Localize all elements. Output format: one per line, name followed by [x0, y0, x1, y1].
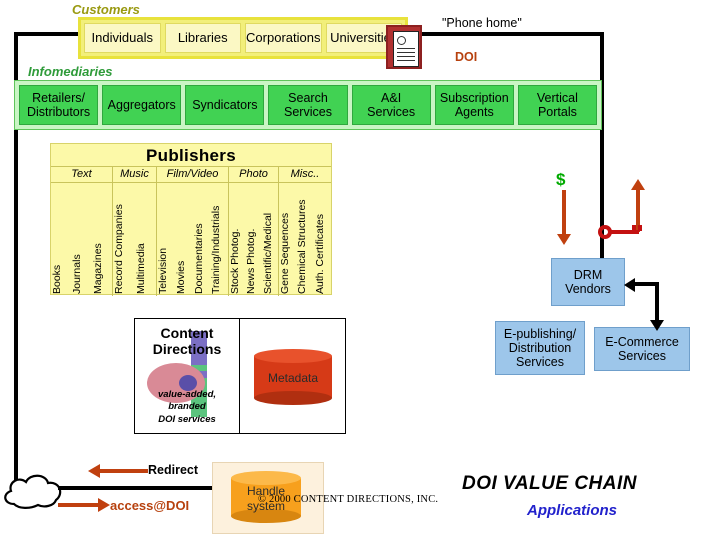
metadata-cyl-bottom — [254, 391, 332, 405]
publishers-header-text: Text — [51, 167, 113, 182]
customer-item-corporations[interactable]: Corporations — [245, 23, 322, 53]
publisher-item-multimedia[interactable]: Multimedia — [135, 183, 157, 296]
infomediary-syndicators[interactable]: Syndicators — [185, 85, 265, 125]
publisher-item-record-companies[interactable]: Record Companies — [113, 183, 135, 296]
infomediary-vertical-portals[interactable]: Vertical Portals — [517, 85, 597, 125]
access-arrowhead — [98, 498, 110, 512]
publisher-item-news-photog[interactable]: News Photog. — [245, 183, 261, 296]
infomediaries-label: Infomediaries — [28, 64, 113, 79]
redirect-label: Redirect — [148, 463, 199, 477]
infomediary-aggregators[interactable]: Aggregators — [102, 85, 182, 125]
publishers-panel: Publishers Text Music Film/Video Photo M… — [50, 143, 332, 296]
ecommerce-services-box[interactable]: E-Commerce Services — [594, 327, 690, 371]
infomediary-subscription-agents[interactable]: Subscription Agents — [434, 85, 514, 125]
publishers-group-text: Books Journals Magazines — [51, 183, 113, 296]
metadata-cylinder: Metadata — [254, 349, 332, 405]
content-directions-title: Content Directions — [152, 325, 222, 358]
customers-band: Individuals Libraries Corporations Unive… — [78, 17, 408, 59]
infomediary-retailers-distributors[interactable]: Retailers/ Distributors — [19, 85, 99, 125]
publisher-item-chemical-structures[interactable]: Chemical Structures — [296, 183, 313, 296]
dollar-icon: $ — [556, 170, 566, 189]
publisher-item-documentaries[interactable]: Documentaries — [193, 183, 211, 296]
publishers-header-row: Text Music Film/Video Photo Misc.. — [51, 166, 331, 183]
publishers-title: Publishers — [146, 146, 236, 165]
document-icon — [386, 25, 422, 69]
publishers-group-music: Record Companies Multimedia — [113, 183, 157, 296]
redirect-arrow-line — [100, 469, 148, 473]
publishers-group-photo: Stock Photog. News Photog. Scientific/Me… — [229, 183, 279, 296]
page-title: DOI VALUE CHAIN — [462, 473, 637, 494]
customer-item-libraries[interactable]: Libraries — [164, 23, 241, 53]
ecommerce-connector-v — [655, 282, 659, 324]
publishers-header-film-video: Film/Video — [157, 167, 229, 182]
publisher-item-training-industrials[interactable]: Training/Industrials — [210, 183, 228, 296]
content-directions-subtitle: value-added, branded DOI services — [157, 388, 217, 426]
metadata-cyl-top — [254, 349, 332, 363]
frame-right-line — [600, 32, 604, 280]
phone-home-label: "Phone home" — [442, 16, 522, 30]
frame-top-left-line — [14, 32, 84, 36]
customers-label: Customers — [72, 2, 140, 17]
money-flow-arrow-line — [562, 190, 566, 238]
copyright-notice: © 2000 CONTENT DIRECTIONS, INC. — [258, 494, 439, 505]
publisher-item-television[interactable]: Television — [157, 183, 175, 296]
ecommerce-inflow-arrowhead — [650, 320, 664, 331]
publisher-item-stock-photog[interactable]: Stock Photog. — [229, 183, 245, 296]
infomediaries-band: Retailers/ Distributors Aggregators Synd… — [14, 80, 602, 130]
money-flow-arrowhead — [557, 234, 571, 245]
epublishing-distribution-services-box[interactable]: E-publishing/ Distribution Services — [495, 321, 585, 375]
drm-inflow-arrowhead — [624, 278, 635, 292]
publisher-item-gene-sequences[interactable]: Gene Sequences — [279, 183, 296, 296]
publishers-header-music: Music — [113, 167, 157, 182]
key-icon — [598, 224, 642, 240]
metadata-label: Metadata — [267, 371, 319, 385]
content-directions-panel: Content Directions value-added, branded … — [134, 318, 346, 434]
publishers-group-misc: Gene Sequences Chemical Structures Auth.… — [279, 183, 331, 296]
handle-cyl-top — [231, 471, 301, 485]
publisher-item-scientific-medical[interactable]: Scientific/Medical — [262, 183, 278, 296]
publisher-item-magazines[interactable]: Magazines — [92, 183, 112, 296]
infomediary-search-services[interactable]: Search Services — [268, 85, 348, 125]
publisher-item-movies[interactable]: Movies — [175, 183, 193, 296]
publishers-header-photo: Photo — [229, 167, 279, 182]
redirect-arrowhead — [88, 464, 100, 478]
publisher-item-journals[interactable]: Journals — [71, 183, 91, 296]
ecommerce-connector-h — [632, 282, 659, 286]
publisher-item-books[interactable]: Books — [51, 183, 71, 296]
publishers-group-film-video: Television Movies Documentaries Training… — [157, 183, 229, 296]
content-directions-left-cell: Content Directions value-added, branded … — [135, 319, 240, 433]
access-doi-label: access@DOI — [110, 498, 190, 513]
customer-item-individuals[interactable]: Individuals — [84, 23, 161, 53]
frame-top-right-line — [404, 32, 604, 36]
publisher-item-auth-certificates[interactable]: Auth. Certificates — [314, 183, 331, 296]
infomediary-ai-services[interactable]: A&I Services — [351, 85, 431, 125]
drm-vendors-box[interactable]: DRM Vendors — [551, 258, 625, 306]
metadata-cell: Metadata — [240, 319, 345, 433]
rights-flow-arrowhead — [631, 179, 645, 190]
page-subtitle: Applications — [527, 502, 618, 519]
access-arrow-line — [58, 503, 100, 507]
doi-label: DOI — [455, 50, 478, 64]
publishers-body-row: Books Journals Magazines Record Companie… — [51, 183, 331, 296]
publishers-header-misc: Misc.. — [290, 168, 320, 180]
